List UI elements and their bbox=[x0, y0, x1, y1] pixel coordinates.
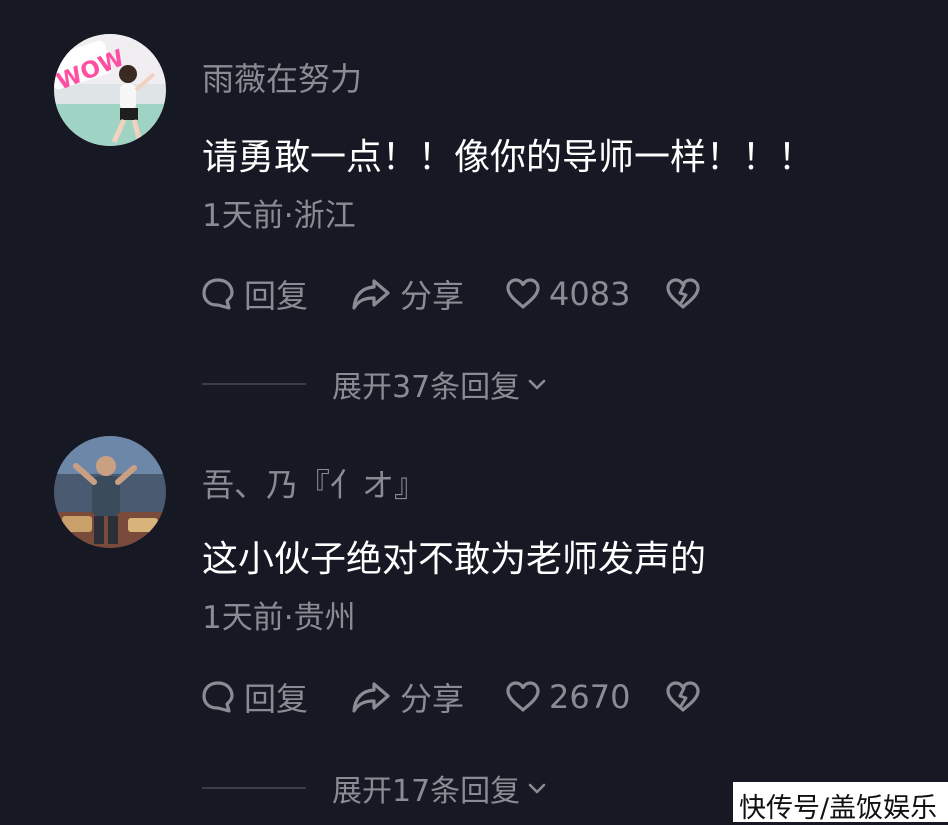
share-label: 分享 bbox=[400, 680, 465, 718]
heart-icon bbox=[506, 681, 540, 712]
expand-replies-label: 展开37条回复 bbox=[332, 370, 521, 405]
chevron-down-icon bbox=[528, 379, 546, 390]
share-button[interactable]: 分享 bbox=[350, 674, 505, 720]
speech-bubble-icon bbox=[202, 278, 234, 310]
expand-replies-label: 展开17条回复 bbox=[332, 774, 521, 809]
reply-button[interactable]: 回复 bbox=[200, 674, 350, 720]
username[interactable]: 雨薇在努力 bbox=[202, 54, 362, 100]
comment-text: 这小伙子绝对不敢为老师发声的 bbox=[202, 539, 707, 580]
reply-label: 回复 bbox=[244, 680, 309, 718]
broken-heart-icon bbox=[666, 681, 700, 712]
expand-replies-button[interactable]: 展开17条回复 bbox=[202, 768, 548, 809]
share-button[interactable]: 分享 bbox=[350, 271, 505, 317]
comment-text: 请勇敢一点！！像你的导师一样！！！ bbox=[202, 137, 815, 178]
source-watermark: 快传号/盖饭娱乐 bbox=[733, 782, 948, 824]
avatar[interactable] bbox=[54, 436, 166, 548]
comment-meta: 1天前·贵州 bbox=[202, 600, 356, 636]
divider-line bbox=[202, 787, 306, 789]
like-button[interactable]: 4083 bbox=[505, 275, 665, 313]
broken-heart-icon bbox=[666, 278, 700, 309]
expand-replies-button[interactable]: 展开37条回复 bbox=[202, 364, 548, 405]
dislike-button[interactable] bbox=[665, 679, 701, 715]
comment-actions: 回复 分享 2670 bbox=[200, 674, 701, 720]
divider-line bbox=[202, 383, 306, 385]
avatar[interactable]: WOW bbox=[54, 34, 166, 146]
speech-bubble-icon bbox=[202, 681, 234, 713]
share-label: 分享 bbox=[400, 277, 465, 315]
comment-actions: 回复 分享 4083 bbox=[200, 271, 701, 317]
comment-meta: 1天前·浙江 bbox=[202, 198, 356, 234]
watermark-text: 快传号/盖饭娱乐 bbox=[739, 793, 938, 824]
share-arrow-icon bbox=[352, 279, 390, 310]
share-arrow-icon bbox=[352, 682, 390, 713]
like-count: 2670 bbox=[549, 678, 631, 716]
reply-button[interactable]: 回复 bbox=[200, 271, 350, 317]
username[interactable]: 吾、乃『亻オ』 bbox=[202, 460, 426, 506]
like-count: 4083 bbox=[549, 275, 631, 313]
dislike-button[interactable] bbox=[665, 276, 701, 312]
chevron-down-icon bbox=[528, 783, 546, 794]
heart-icon bbox=[506, 278, 540, 309]
reply-label: 回复 bbox=[244, 277, 309, 315]
like-button[interactable]: 2670 bbox=[505, 678, 665, 716]
